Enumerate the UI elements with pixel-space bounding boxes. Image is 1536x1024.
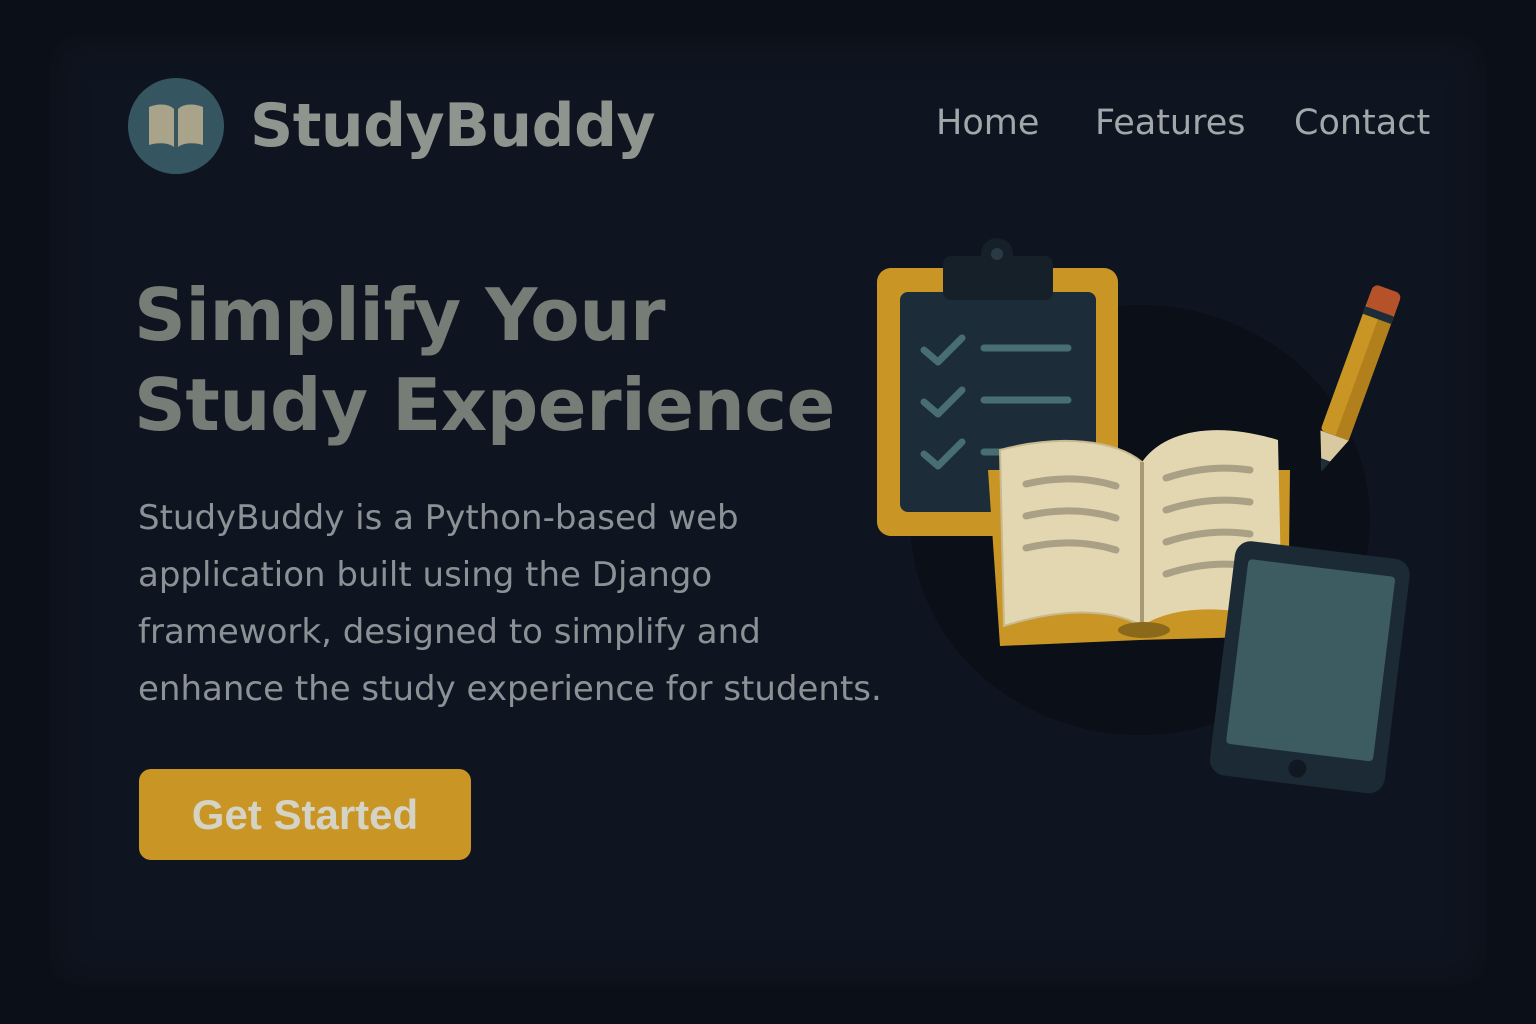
get-started-button[interactable]: Get Started [139, 769, 471, 860]
tablet-icon [1209, 541, 1410, 794]
headline-line-2: Study Experience [134, 363, 835, 447]
hero-headline: Simplify Your Study Experience [134, 270, 835, 450]
top-nav: Home Features Contact [0, 103, 1536, 149]
nav-item-contact[interactable]: Contact [1294, 103, 1430, 143]
nav-item-home[interactable]: Home [936, 103, 1039, 143]
headline-line-1: Simplify Your [134, 273, 666, 357]
study-illustration [877, 238, 1410, 794]
nav-item-features[interactable]: Features [1095, 103, 1246, 143]
hero-description: StudyBuddy is a Python-based web applica… [138, 498, 882, 709]
